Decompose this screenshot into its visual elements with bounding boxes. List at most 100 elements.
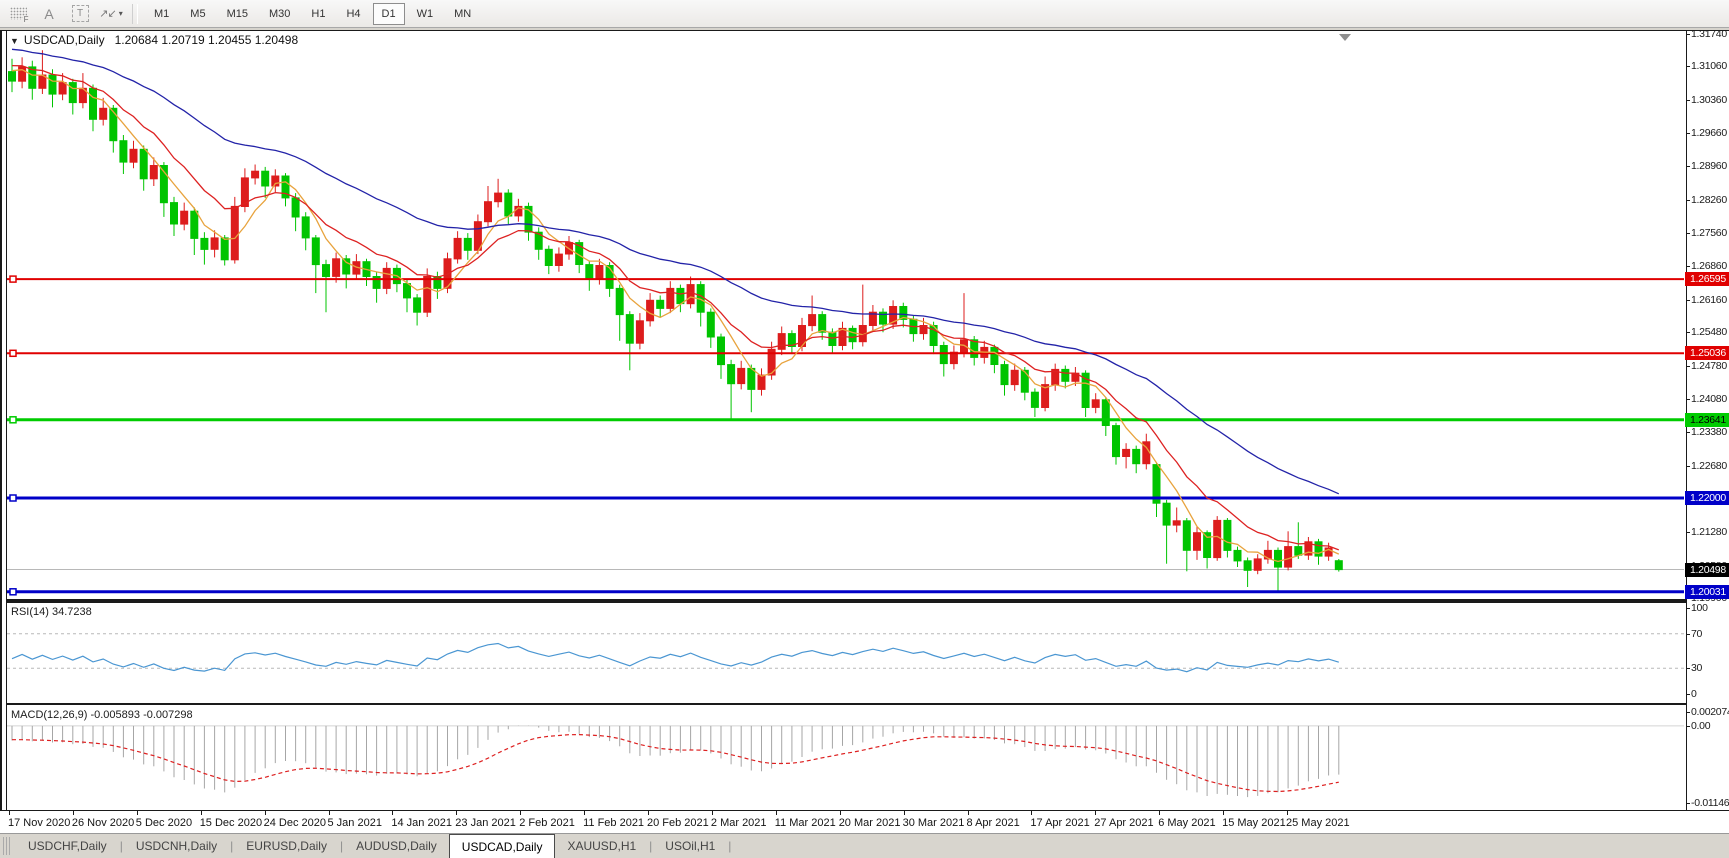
macd-indicator-label: MACD(12,26,9) -0.005893 -0.007298 [11,709,193,721]
axis-tick-label: 0.00 [1691,719,1729,733]
axis-tick-mark [1686,726,1690,727]
chart-tab-eurusd[interactable]: EURUSD,Daily [234,834,339,858]
axis-tick-mark [1686,266,1690,267]
date-label: 5 Jan 2021 [328,817,382,829]
price-line-badge: 1.25036 [1685,346,1729,360]
fibonacci-icon: F [10,7,27,20]
date-tick-mark [584,811,585,815]
axis-tick-label: 1.31060 [1691,59,1729,73]
axis-tick-label: 1.30360 [1691,93,1729,107]
chart-shift-marker-icon[interactable] [1339,34,1351,41]
text-tool-button[interactable]: A [37,3,61,25]
date-tick-mark [1223,811,1224,815]
timeframe-button-m30[interactable]: M30 [260,3,299,25]
axis-tick-mark [1686,332,1690,333]
price-line-badge: 1.26595 [1685,272,1729,286]
axis-tick-mark [1686,133,1690,134]
chart-tab-usdcnh[interactable]: USDCNH,Daily [124,834,229,858]
date-tick-mark [520,811,521,815]
date-tick-mark [776,811,777,815]
timeframe-button-h1[interactable]: H1 [302,3,334,25]
axis-tick-mark [1686,712,1690,713]
axis-tick-label: 1.29660 [1691,126,1729,140]
axis-tick-mark [1686,200,1690,201]
date-tick-mark [968,811,969,815]
symbol-period-label: USDCAD,Daily [24,33,105,47]
axis-tick-mark [1686,668,1690,669]
axis-tick-mark [1686,233,1690,234]
axis-tick-mark [1686,803,1690,804]
mt4-application: F A T ↗↙ ▾ M1M5M15M30H1H4D1W1MN ▼ USDCAD,… [0,0,1729,858]
axis-tick-label: 1.27560 [1691,226,1729,240]
tabbar-grip [3,837,10,855]
timeframe-button-group: M1M5M15M30H1H4D1W1MN [145,3,483,25]
date-label: 17 Nov 2020 [8,817,70,829]
collapse-arrow-icon[interactable]: ▼ [10,36,19,46]
date-tick-mark [392,811,393,815]
date-tick-mark [1159,811,1160,815]
date-tick-mark [648,811,649,815]
toolbar-drag-handle[interactable] [132,4,138,24]
axis-tick-mark [1686,608,1690,609]
timeframe-button-m5[interactable]: M5 [181,3,214,25]
chart-tab-xauusd[interactable]: XAUUSD,H1 [555,834,648,858]
axis-tick-label: -0.011462 [1691,796,1729,810]
axis-tick-label: 30 [1691,661,1729,675]
date-label: 20 Mar 2021 [839,817,901,829]
axis-tick-label: 1.25480 [1691,325,1729,339]
date-label: 24 Dec 2020 [264,817,326,829]
chevron-down-icon[interactable]: ▾ [119,9,123,18]
price-chart-pane[interactable] [6,31,1687,601]
timeframe-button-m15[interactable]: M15 [218,3,257,25]
timeframe-button-mn[interactable]: MN [445,3,480,25]
date-label: 26 Nov 2020 [72,817,134,829]
text-label-icon: T [72,5,89,22]
price-line-badge: 1.23641 [1685,413,1729,427]
axis-tick-mark [1686,694,1690,695]
axis-tick-label: 100 [1691,601,1729,615]
window-left-border [0,30,2,833]
rsi-chart-canvas[interactable] [7,603,1684,703]
date-label: 25 May 2021 [1286,817,1350,829]
axis-tick-label: 1.24780 [1691,359,1729,373]
axis-tick-label: 1.28960 [1691,159,1729,173]
axis-tick-label: 1.24080 [1691,392,1729,406]
chart-tab-usoil[interactable]: USOil,H1 [653,834,727,858]
axis-tick-mark [1686,399,1690,400]
chart-tab-audusd[interactable]: AUDUSD,Daily [344,834,449,858]
candlestick-chart-canvas[interactable] [7,31,1684,599]
macd-indicator-pane[interactable] [6,703,1687,810]
rsi-indicator-pane[interactable] [6,601,1687,703]
axis-tick-mark [1686,532,1690,533]
text-label-tool-button[interactable]: T [68,3,92,25]
axis-tick-label: 1.22680 [1691,459,1729,473]
timeframe-button-w1[interactable]: W1 [408,3,443,25]
axis-tick-label: 1.26160 [1691,293,1729,307]
date-tick-mark [137,811,138,815]
fibonacci-tool-button[interactable]: F [6,3,30,25]
axis-tick-mark [1686,634,1690,635]
axis-tick-mark [1686,432,1690,433]
axis-tick-mark [1686,366,1690,367]
price-line-badge: 1.22000 [1685,491,1729,505]
date-tick-mark [1095,811,1096,815]
arrows-tool-button[interactable]: ↗↙ ▾ [99,3,123,25]
chart-tab-usdcad[interactable]: USDCAD,Daily [449,834,556,858]
macd-chart-canvas[interactable] [7,705,1684,810]
timeframe-button-d1[interactable]: D1 [373,3,405,25]
axis-tick-label: 1.31740 [1691,27,1729,41]
axis-tick-label: 1.28260 [1691,193,1729,207]
axis-tick-mark [1686,34,1690,35]
date-tick-mark [201,811,202,815]
timeframe-button-m1[interactable]: M1 [145,3,178,25]
date-tick-mark [840,811,841,815]
chart-tab-usdchf[interactable]: USDCHF,Daily [16,834,119,858]
date-label: 15 Dec 2020 [200,817,262,829]
date-tick-mark [1031,811,1032,815]
chart-window: ▼ USDCAD,Daily 1.20684 1.20719 1.20455 1.2… [0,30,1729,833]
timeframe-button-h4[interactable]: H4 [337,3,369,25]
ohlc-values: 1.20684 1.20719 1.20455 1.20498 [115,33,299,47]
date-label: 30 Mar 2021 [903,817,965,829]
date-tick-mark [712,811,713,815]
date-tick-mark [265,811,266,815]
